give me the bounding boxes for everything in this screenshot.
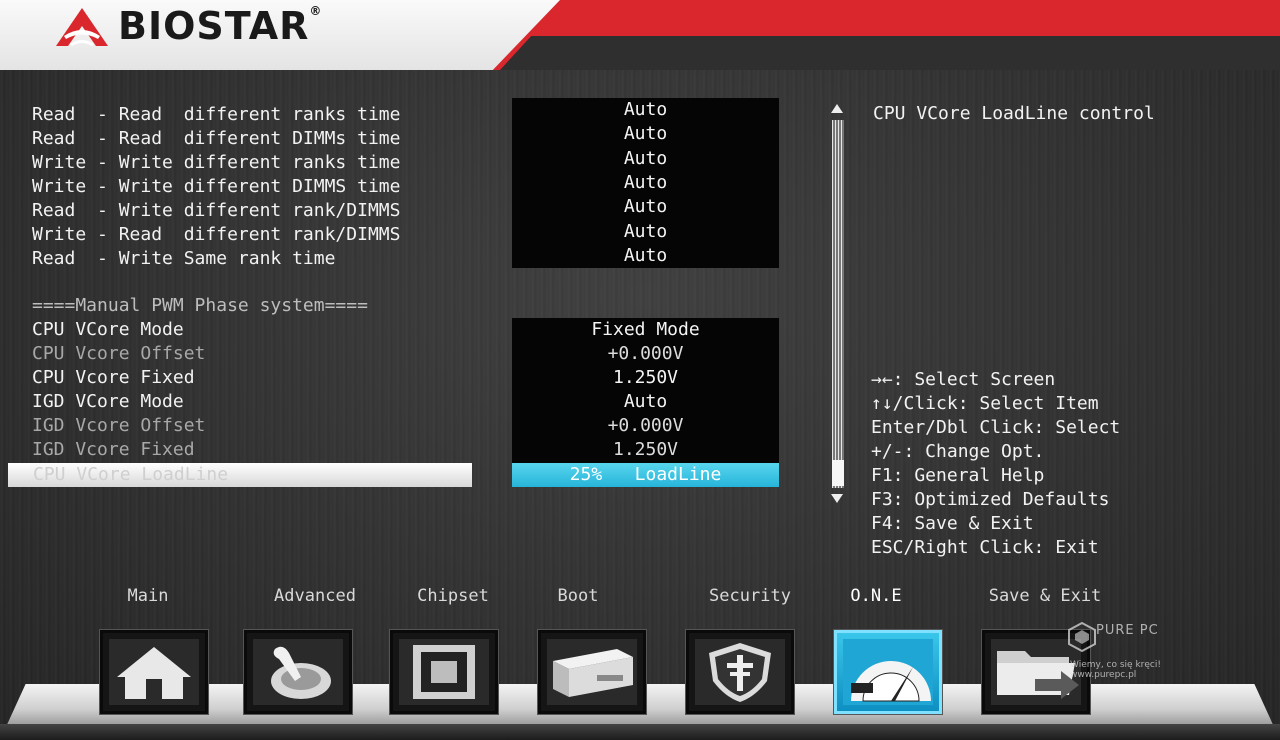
setting-value[interactable]: Auto	[512, 171, 779, 195]
help-key-select-screen: →←: Select Screen	[871, 369, 1056, 390]
setting-value-igd-vcore-fixed: 1.250V	[612, 439, 679, 460]
scroll-up-arrow-icon[interactable]	[831, 104, 843, 113]
nav-label-chipset[interactable]: Chipset	[398, 585, 508, 607]
nav-label-security[interactable]: Security	[690, 585, 810, 607]
nav-tab-chipset[interactable]	[390, 630, 498, 714]
setting-label-igd-vcore-mode[interactable]: IGD VCore Mode	[32, 390, 184, 414]
setting-label[interactable]: Read - Read different ranks time	[32, 103, 400, 127]
nav-tab-advanced[interactable]	[244, 630, 352, 714]
help-key-select-item: ↑↓/Click: Select Item	[871, 393, 1099, 414]
help-key-f4: F4: Save & Exit	[871, 513, 1034, 534]
help-description: CPU VCore LoadLine control	[873, 103, 1155, 124]
nav-tab-one[interactable]	[834, 630, 942, 714]
nav-label-advanced[interactable]: Advanced	[255, 585, 375, 607]
setting-label[interactable]: Write - Write different ranks time	[32, 151, 400, 175]
setting-value-cpu-vcore-mode[interactable]: Fixed Mode	[512, 318, 779, 342]
joystick-icon	[253, 639, 343, 705]
nav-label-save-exit[interactable]: Save & Exit	[980, 585, 1110, 607]
selected-setting-label: CPU VCore LoadLine	[33, 464, 229, 485]
setting-value[interactable]: Auto	[512, 220, 779, 244]
scroll-down-arrow-icon[interactable]	[831, 494, 843, 503]
nav-label-boot[interactable]: Boot	[538, 585, 618, 607]
watermark-url: www.purepc.pl	[1070, 670, 1137, 680]
setting-value-igd-vcore-mode[interactable]: Auto	[512, 390, 779, 414]
scrollbar-thumb[interactable]	[832, 460, 844, 486]
nav-label-main[interactable]: Main	[98, 585, 198, 607]
help-key-change-opt: +/-: Change Opt.	[871, 441, 1045, 462]
setting-value[interactable]: Auto	[512, 98, 779, 122]
setting-label-igd-vcore-fixed: IGD Vcore Fixed	[32, 439, 195, 460]
setting-label-cpu-vcore-offset: CPU Vcore Offset	[32, 343, 206, 364]
setting-value[interactable]: Auto	[512, 195, 779, 219]
brand-name: BIOSTAR®	[118, 4, 323, 48]
purepc-logo-icon	[1068, 622, 1096, 652]
nav-tab-security[interactable]	[686, 630, 794, 714]
setting-label-igd-vcore-offset: IGD Vcore Offset	[32, 415, 206, 436]
watermark-brand: PURE PC	[1096, 623, 1159, 638]
speedometer-icon	[843, 639, 933, 705]
nav-label-one[interactable]: O.N.E	[836, 585, 916, 607]
setting-label-cpu-vcore-fixed[interactable]: CPU Vcore Fixed	[32, 366, 195, 390]
setting-value-igd-vcore-offset: +0.000V	[607, 415, 684, 436]
setting-value-cpu-vcore-offset: +0.000V	[607, 343, 684, 364]
help-key-f1: F1: General Help	[871, 465, 1045, 486]
help-key-enter: Enter/Dbl Click: Select	[871, 417, 1121, 438]
scrollbar-track[interactable]	[832, 120, 844, 488]
setting-label[interactable]: Write - Write different DIMMS time	[32, 175, 400, 199]
nav-tab-boot[interactable]	[538, 630, 646, 714]
help-key-esc: ESC/Right Click: Exit	[871, 537, 1099, 558]
setting-value[interactable]: Auto	[512, 244, 779, 268]
header-dark-band	[500, 36, 1280, 70]
watermark-tagline: Wiemy, co się kręci! www.purepc.pl	[1070, 660, 1161, 680]
setting-value[interactable]: Auto	[512, 122, 779, 146]
nav-tab-main[interactable]	[100, 630, 208, 714]
chip-icon	[399, 639, 489, 705]
help-key-f3: F3: Optimized Defaults	[871, 489, 1110, 510]
biostar-logo-icon	[56, 8, 108, 46]
header-bar: BIOSTAR®	[0, 0, 1280, 70]
shield-icon	[695, 639, 785, 705]
selected-setting-value[interactable]: 25% LoadLine	[512, 463, 779, 487]
nav-platform-edge	[0, 724, 1280, 740]
selected-setting-row[interactable]: CPU VCore LoadLine	[8, 463, 472, 487]
section-title: ====Manual PWM Phase system====	[32, 295, 368, 316]
setting-label[interactable]: Read - Write Same rank time	[32, 247, 335, 271]
setting-label-cpu-vcore-mode[interactable]: CPU VCore Mode	[32, 318, 184, 342]
purepc-watermark: PURE PC Wiemy, co się kręci! www.purepc.…	[1062, 620, 1172, 684]
setting-label[interactable]: Write - Read different rank/DIMMS	[32, 223, 400, 247]
home-icon	[109, 639, 199, 705]
drive-icon	[547, 639, 637, 705]
setting-value-cpu-vcore-fixed[interactable]: 1.250V	[512, 366, 779, 390]
setting-value[interactable]: Auto	[512, 147, 779, 171]
setting-label[interactable]: Read - Write different rank/DIMMS	[32, 199, 400, 223]
setting-label[interactable]: Read - Read different DIMMs time	[32, 127, 400, 151]
